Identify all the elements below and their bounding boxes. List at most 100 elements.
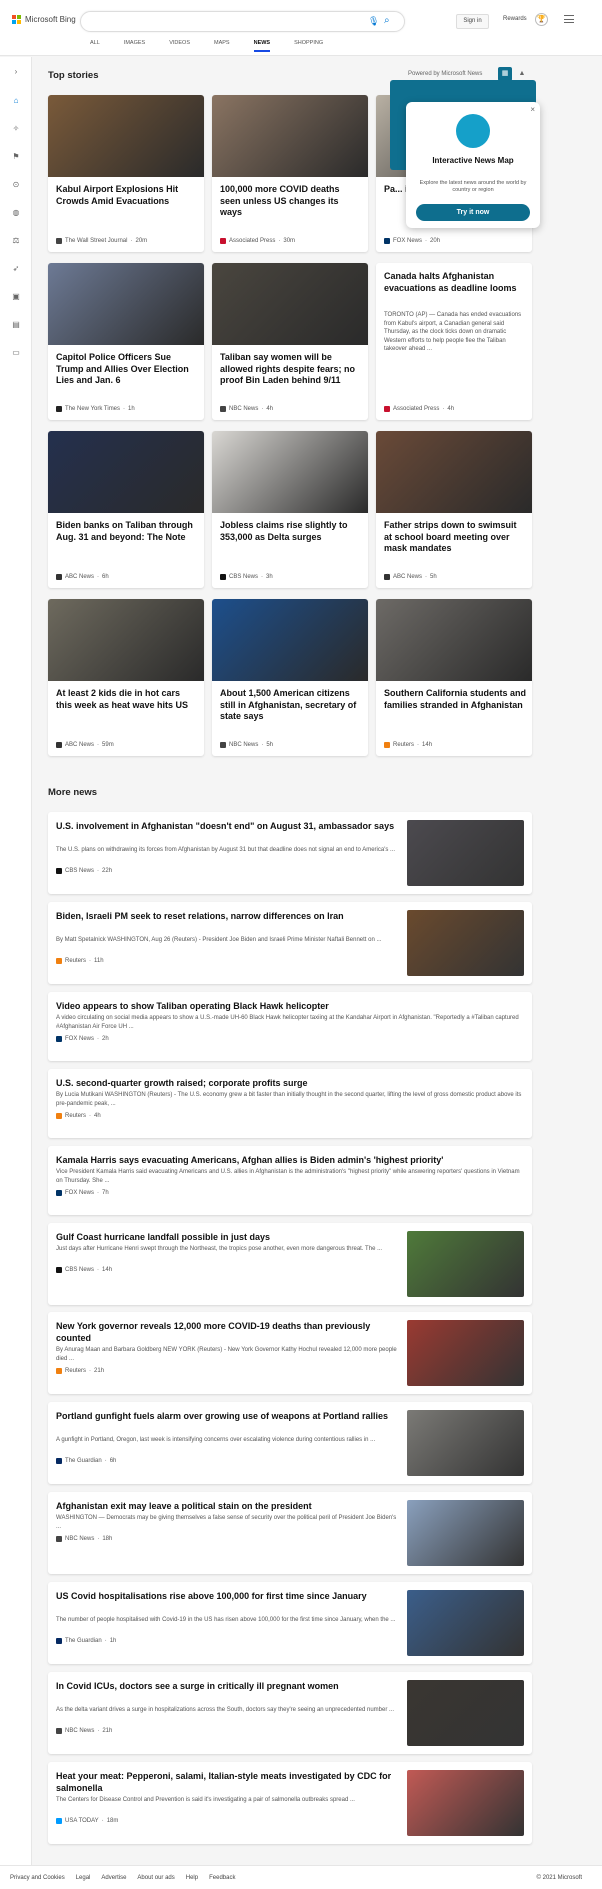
news-title[interactable]: US Covid hospitalisations rise above 100… bbox=[56, 1590, 401, 1602]
story-card[interactable]: Kabul Airport Explosions Hit Crowds Amid… bbox=[48, 95, 204, 252]
news-title[interactable]: New York governor reveals 12,000 more CO… bbox=[56, 1320, 401, 1344]
search-box[interactable]: 🎙 ⌕ bbox=[80, 11, 405, 32]
separator: · bbox=[261, 574, 264, 580]
footer-link-privacy[interactable]: Privacy and Cookies bbox=[10, 1875, 65, 1881]
separator: · bbox=[104, 1638, 107, 1644]
news-thumbnail[interactable] bbox=[407, 1231, 524, 1297]
tab-news[interactable]: NEWS bbox=[253, 40, 271, 52]
news-list-item[interactable]: Portland gunfight fuels alarm over growi… bbox=[48, 1402, 532, 1484]
news-title[interactable]: Biden, Israeli PM seek to reset relation… bbox=[56, 910, 401, 922]
news-list-item[interactable]: US Covid hospitalisations rise above 100… bbox=[48, 1582, 532, 1664]
globe-icon[interactable]: ◍ bbox=[11, 208, 21, 218]
footer-link-legal[interactable]: Legal bbox=[76, 1875, 91, 1881]
story-title[interactable]: At least 2 kids die in hot cars this wee… bbox=[56, 688, 198, 711]
story-card[interactable]: Father strips down to swimsuit at school… bbox=[376, 431, 532, 588]
news-list-item[interactable]: Heat your meat: Pepperoni, salami, Itali… bbox=[48, 1762, 532, 1844]
story-title[interactable]: Jobless claims rise slightly to 353,000 … bbox=[220, 520, 362, 543]
rocket-icon[interactable]: ➶ bbox=[11, 264, 21, 274]
news-thumbnail[interactable] bbox=[407, 1590, 524, 1656]
story-title[interactable]: Biden banks on Taliban through Aug. 31 a… bbox=[56, 520, 198, 543]
location-icon[interactable]: ⊙ bbox=[11, 180, 21, 190]
news-list-item[interactable]: New York governor reveals 12,000 more CO… bbox=[48, 1312, 532, 1394]
footer-link-about-ads[interactable]: About our ads bbox=[137, 1875, 174, 1881]
news-thumbnail[interactable] bbox=[407, 910, 524, 976]
story-card[interactable]: Taliban say women will be allowed rights… bbox=[212, 263, 368, 420]
story-title[interactable]: Southern California students and familie… bbox=[384, 688, 526, 711]
bank-icon[interactable]: ▤ bbox=[11, 320, 21, 330]
rewards-trophy-icon[interactable]: 🏆 bbox=[535, 13, 548, 26]
news-list-item[interactable]: U.S. second-quarter growth raised; corpo… bbox=[48, 1069, 532, 1138]
map-view-icon[interactable]: ▲ bbox=[515, 67, 529, 81]
story-card[interactable]: 100,000 more COVID deaths seen unless US… bbox=[212, 95, 368, 252]
home-icon[interactable]: ⌂ bbox=[11, 96, 21, 106]
story-title[interactable]: About 1,500 American citizens still in A… bbox=[220, 688, 362, 723]
scales-icon[interactable]: ⚖ bbox=[11, 236, 21, 246]
news-list-item[interactable]: U.S. involvement in Afghanistan "doesn't… bbox=[48, 812, 532, 894]
separator: · bbox=[89, 958, 92, 964]
news-list-item[interactable]: Gulf Coast hurricane landfall possible i… bbox=[48, 1223, 532, 1305]
chevron-right-icon[interactable]: › bbox=[11, 67, 21, 77]
story-title[interactable]: 100,000 more COVID deaths seen unless US… bbox=[220, 184, 362, 219]
tab-images[interactable]: IMAGES bbox=[124, 40, 145, 52]
tab-all[interactable]: ALL bbox=[90, 40, 100, 52]
grid-view-icon[interactable]: ▦ bbox=[498, 67, 512, 81]
story-title[interactable]: Kabul Airport Explosions Hit Crowds Amid… bbox=[56, 184, 198, 207]
footer-link-advertise[interactable]: Advertise bbox=[101, 1875, 126, 1881]
story-title[interactable]: Father strips down to swimsuit at school… bbox=[384, 520, 526, 555]
source-name: NBC News bbox=[65, 1536, 95, 1542]
source-name: FOX News bbox=[393, 238, 423, 244]
credit-card-icon[interactable]: ▭ bbox=[11, 348, 21, 358]
story-title[interactable]: Capitol Police Officers Sue Trump and Al… bbox=[56, 352, 198, 387]
story-card[interactable]: Canada halts Afghanistan evacuations as … bbox=[376, 263, 532, 420]
story-title[interactable]: Canada halts Afghanistan evacuations as … bbox=[384, 271, 526, 294]
top-header: Microsoft Bing 🎙 ⌕ Sign in Rewards 🏆 ALL… bbox=[0, 0, 602, 56]
tab-videos[interactable]: VIDEOS bbox=[169, 40, 190, 52]
tab-maps[interactable]: MAPS bbox=[214, 40, 230, 52]
story-card[interactable]: About 1,500 American citizens still in A… bbox=[212, 599, 368, 756]
try-it-now-button[interactable]: Try it now bbox=[416, 204, 530, 221]
news-list-item[interactable]: Kamala Harris says evacuating Americans,… bbox=[48, 1146, 532, 1215]
film-icon[interactable]: ▣ bbox=[11, 292, 21, 302]
news-thumbnail[interactable] bbox=[407, 820, 524, 886]
news-list-item[interactable]: Biden, Israeli PM seek to reset relation… bbox=[48, 902, 532, 984]
story-title[interactable]: Taliban say women will be allowed rights… bbox=[220, 352, 362, 387]
news-title[interactable]: Heat your meat: Pepperoni, salami, Itali… bbox=[56, 1770, 401, 1794]
news-thumbnail[interactable] bbox=[407, 1320, 524, 1386]
microphone-icon[interactable]: 🎙 bbox=[368, 16, 379, 28]
news-title[interactable]: Afghanistan exit may leave a political s… bbox=[56, 1500, 401, 1512]
news-list-item[interactable]: Video appears to show Taliban operating … bbox=[48, 992, 532, 1061]
news-list-item[interactable]: In Covid ICUs, doctors see a surge in cr… bbox=[48, 1672, 532, 1754]
hamburger-menu-icon[interactable] bbox=[564, 15, 574, 23]
news-title[interactable]: Kamala Harris says evacuating Americans,… bbox=[56, 1154, 524, 1166]
tab-shopping[interactable]: SHOPPING bbox=[294, 40, 323, 52]
story-source: Associated Press · 30m bbox=[220, 238, 295, 244]
news-title[interactable]: U.S. second-quarter growth raised; corpo… bbox=[56, 1077, 524, 1089]
sign-in-button[interactable]: Sign in bbox=[456, 14, 489, 29]
close-icon[interactable]: × bbox=[530, 105, 535, 114]
story-card[interactable]: Biden banks on Taliban through Aug. 31 a… bbox=[48, 431, 204, 588]
sparkle-icon[interactable]: ✧ bbox=[11, 124, 21, 134]
bing-logo[interactable]: Microsoft Bing bbox=[12, 15, 76, 24]
powered-by-label: Powered by Microsoft News bbox=[408, 71, 483, 77]
story-image bbox=[48, 599, 204, 681]
search-icon[interactable]: ⌕ bbox=[384, 15, 396, 27]
story-card[interactable]: Southern California students and familie… bbox=[376, 599, 532, 756]
footer-link-feedback[interactable]: Feedback bbox=[209, 1875, 235, 1881]
news-list-item[interactable]: Afghanistan exit may leave a political s… bbox=[48, 1492, 532, 1574]
news-thumbnail[interactable] bbox=[407, 1410, 524, 1476]
footer-link-help[interactable]: Help bbox=[186, 1875, 198, 1881]
news-title[interactable]: In Covid ICUs, doctors see a surge in cr… bbox=[56, 1680, 401, 1692]
separator: · bbox=[261, 406, 264, 412]
rewards-label[interactable]: Rewards bbox=[503, 16, 527, 22]
story-card[interactable]: Capitol Police Officers Sue Trump and Al… bbox=[48, 263, 204, 420]
news-title[interactable]: Video appears to show Taliban operating … bbox=[56, 1000, 524, 1012]
flag-icon[interactable]: ⚑ bbox=[11, 152, 21, 162]
news-thumbnail[interactable] bbox=[407, 1770, 524, 1836]
news-title[interactable]: Portland gunfight fuels alarm over growi… bbox=[56, 1410, 401, 1422]
news-title[interactable]: Gulf Coast hurricane landfall possible i… bbox=[56, 1231, 401, 1243]
news-thumbnail[interactable] bbox=[407, 1680, 524, 1746]
news-title[interactable]: U.S. involvement in Afghanistan "doesn't… bbox=[56, 820, 401, 832]
story-card[interactable]: Jobless claims rise slightly to 353,000 … bbox=[212, 431, 368, 588]
news-thumbnail[interactable] bbox=[407, 1500, 524, 1566]
story-card[interactable]: At least 2 kids die in hot cars this wee… bbox=[48, 599, 204, 756]
